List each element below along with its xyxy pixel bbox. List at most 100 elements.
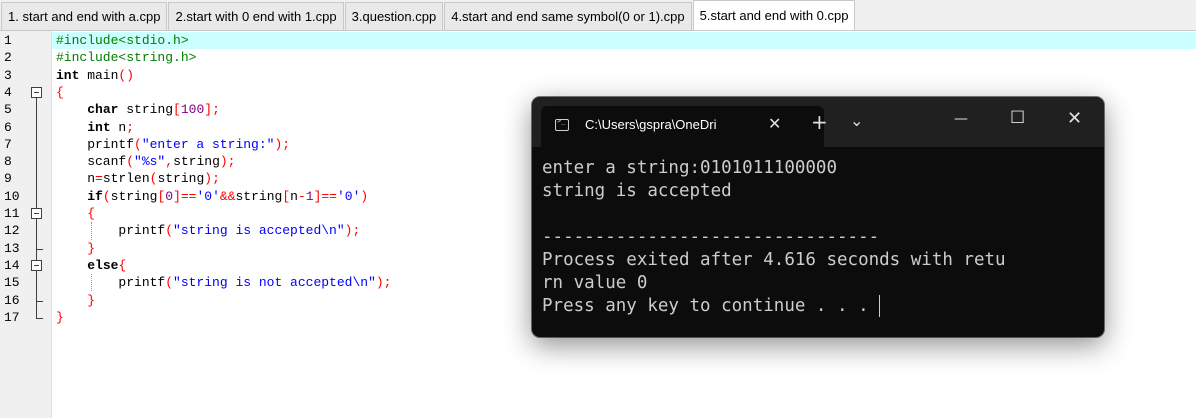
code-token: #include<stdio.h> (56, 33, 189, 48)
code-token: ( (134, 136, 142, 152)
code-token: ( (165, 223, 174, 239)
line-number: 5 (4, 102, 12, 118)
code-token: ); (274, 136, 291, 152)
code-token: = (95, 171, 103, 187)
code-token: ]== (173, 188, 197, 204)
text-cursor (879, 295, 881, 317)
code-token: ( (126, 154, 135, 170)
code-token: printf (56, 136, 135, 152)
code-token: ; (126, 119, 135, 135)
code-token: 100 (180, 102, 205, 118)
close-window-button[interactable]: ✕ (1067, 108, 1082, 129)
console-window[interactable]: C:\Users\gspra\OneDri ✕ + ⌄ — ☐ ✕ enter … (532, 97, 1104, 337)
code-token: int (87, 119, 111, 135)
code-line[interactable]: #include<string.h> (56, 49, 1196, 66)
console-output-line: string is accepted (542, 180, 1096, 203)
console-output[interactable]: enter a string:0101011100000 string is ac… (542, 157, 1096, 318)
line-number-gutter: 1 2 3 4 5 6 7 8 9 10 11 12 13 14 15 16 17 (0, 31, 52, 418)
console-tab[interactable]: C:\Users\gspra\OneDri ✕ (541, 106, 824, 147)
fold-toggle-icon[interactable] (31, 259, 42, 271)
file-tab[interactable]: 1. start and end with a.cpp (1, 2, 168, 30)
file-tab[interactable]: 3.question.cpp (344, 2, 444, 30)
console-output-text: enter a string:0101011100000 (542, 158, 838, 178)
maximize-button[interactable]: ☐ (1010, 108, 1025, 128)
line-number: 2 (4, 50, 12, 66)
line-number: 14 (4, 257, 20, 273)
line-number: 11 (4, 206, 20, 221)
file-tab-bar: 1. start and end with a.cpp 2.start with … (0, 0, 1196, 31)
code-token: [ (282, 188, 291, 204)
fold-end (36, 248, 43, 250)
code-token: - (297, 188, 306, 204)
code-token: "enter a string:" (141, 136, 275, 152)
console-output-line: Process exited after 4.616 seconds with … (542, 249, 1096, 272)
console-titlebar[interactable]: C:\Users\gspra\OneDri ✕ + ⌄ — ☐ ✕ (532, 97, 1104, 147)
code-token: #include<string.h> (56, 50, 197, 66)
line-number: 8 (4, 154, 12, 170)
line-number: 4 (4, 84, 12, 100)
console-output-line: enter a string:0101011100000 (542, 157, 1096, 180)
file-tab[interactable]: 2.start with 0 end with 1.cpp (168, 2, 344, 30)
code-token: ( (165, 275, 174, 291)
line-number: 16 (4, 292, 20, 308)
code-token: char (87, 102, 119, 118)
code-token: { (56, 84, 64, 100)
code-token: else (87, 257, 119, 273)
file-tab[interactable]: 5.start and end with 0.cpp (692, 0, 856, 30)
fold-toggle-icon[interactable] (31, 86, 42, 98)
code-line[interactable]: #include<stdio.h> (52, 32, 1196, 50)
code-token: ( (102, 188, 111, 204)
console-output-line: rn value 0 (542, 272, 1096, 295)
console-output-text: -------------------------------- (542, 227, 880, 247)
close-tab-icon[interactable]: ✕ (768, 114, 781, 134)
fold-toggle-icon[interactable] (31, 208, 42, 219)
code-token: strlen (102, 171, 150, 187)
console-output-text: rn value 0 (542, 273, 648, 293)
file-tab[interactable]: 4.start and end same symbol(0 or 1).cpp (444, 2, 692, 30)
console-output-line: -------------------------------- (542, 226, 1096, 249)
line-number: 13 (4, 240, 20, 256)
dropdown-icon[interactable]: ⌄ (850, 111, 863, 130)
code-token: n (56, 171, 96, 187)
code-token: string (173, 154, 220, 170)
minimize-button[interactable]: — (954, 111, 968, 127)
terminal-icon (555, 117, 569, 131)
code-token: '0' (196, 188, 220, 204)
console-tab-title: C:\Users\gspra\OneDri (585, 117, 717, 132)
code-token: "%s" (134, 154, 166, 170)
line-number: 10 (4, 188, 20, 204)
code-token: string (235, 188, 283, 204)
line-number: 15 (4, 275, 20, 291)
line-number: 7 (4, 136, 12, 152)
code-token: , (165, 154, 174, 170)
code-token: ]== (313, 188, 337, 204)
new-tab-button[interactable]: + (811, 110, 828, 134)
line-number: 3 (4, 67, 12, 83)
console-output-text: Press any key to continue . . . (542, 296, 880, 316)
code-token: ); (204, 171, 220, 187)
code-token: } (56, 309, 64, 325)
code-token: ); (344, 223, 361, 239)
code-token: printf (56, 223, 166, 239)
code-token: '0' (336, 188, 361, 204)
line-number: 12 (4, 223, 20, 239)
code-token: string (118, 102, 174, 118)
console-output-line: Press any key to continue . . . (542, 295, 1096, 318)
code-token: scanf (56, 154, 127, 170)
code-token: ]; (204, 102, 220, 118)
indent-guide (91, 274, 92, 292)
line-number: 6 (4, 119, 12, 135)
code-token: && (219, 188, 236, 204)
code-token: 0 (165, 188, 174, 204)
fold-end (36, 300, 43, 302)
code-token: 1 (305, 188, 314, 204)
code-line[interactable]: int main() (56, 67, 1196, 84)
code-token: () (118, 67, 135, 83)
